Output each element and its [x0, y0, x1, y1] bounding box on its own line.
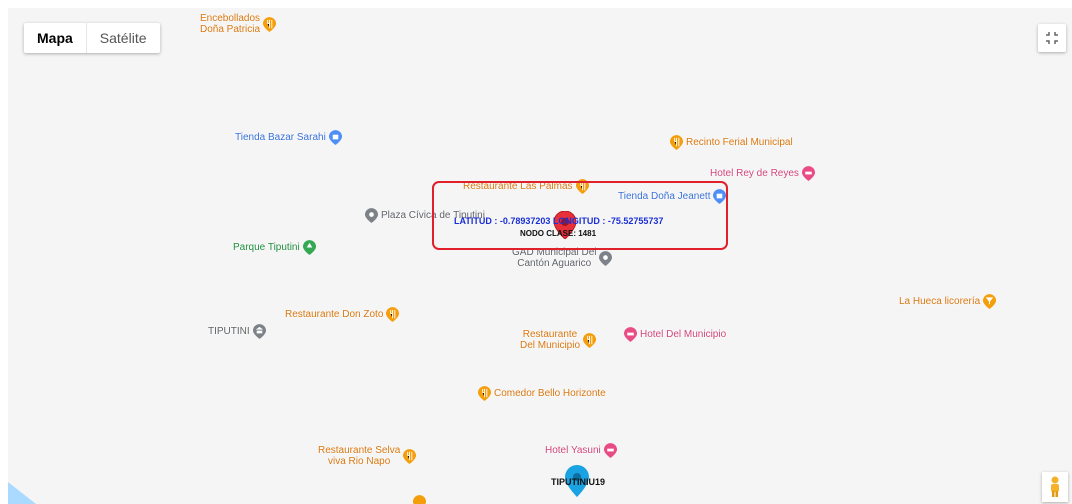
poi-label: viva Rio Napo — [328, 456, 391, 467]
poi-la-hueca[interactable]: La Hueca licorería — [899, 294, 997, 309]
hotel-icon — [603, 443, 617, 458]
poi-label: Encebollados — [200, 13, 261, 24]
poi-tienda-bazar-sarahi[interactable]: Tienda Bazar Sarahi — [235, 130, 342, 145]
restaurant-icon — [583, 332, 597, 348]
poi-parque-tiputini[interactable]: Parque Tiputini — [233, 240, 316, 255]
restaurant-icon — [263, 16, 277, 32]
poi-tiputini-town[interactable]: TIPUTINI — [208, 324, 266, 339]
poi-label: La Hueca licorería — [899, 296, 981, 307]
park-icon — [302, 240, 316, 255]
poi-comedor-bello-horizonte[interactable]: Comedor Bello Horizonte — [478, 386, 606, 401]
place-icon — [599, 250, 613, 266]
poi-restaurante-del-municipio[interactable]: Restaurante Del Municipio — [520, 329, 597, 351]
town-hall-icon — [252, 324, 266, 339]
poi-label: Restaurante — [522, 329, 578, 340]
restaurant-icon — [413, 495, 426, 504]
restaurant-icon — [478, 386, 491, 401]
marker-node-class: NODO CLASE: 1481 — [520, 229, 597, 238]
river-area — [8, 482, 36, 504]
map-type-mapa-button[interactable]: Mapa — [24, 23, 86, 53]
bar-icon — [983, 294, 997, 309]
poi-label: Tienda Bazar Sarahi — [235, 132, 326, 143]
poi-hotel-yasuni[interactable]: Hotel Yasuni — [545, 443, 617, 458]
longitude-label: LONGITUD : -75.52755737 — [552, 216, 664, 226]
pegman-icon — [1051, 476, 1059, 497]
hotel-icon — [801, 166, 815, 181]
restaurant-icon — [386, 307, 400, 322]
secondary-marker-label: TIPUTINIU19 — [551, 477, 606, 487]
place-icon — [365, 208, 378, 223]
marker-coordinates: LATITUD : -0.78937203 LONGITUD : -75.527… — [454, 216, 663, 226]
poi-recinto-ferial[interactable]: Recinto Ferial Municipal — [670, 135, 793, 150]
poi-gad-municipal[interactable]: GAD Municipal Del Cantón Aguarico — [512, 247, 613, 269]
poi-label: TIPUTINI — [208, 326, 250, 337]
fullscreen-exit-button[interactable] — [1038, 24, 1066, 52]
restaurant-icon — [403, 448, 417, 464]
poi-hotel-del-municipio[interactable]: Hotel Del Municipio — [624, 327, 726, 342]
map-type-control: Mapa Satélite — [24, 23, 160, 53]
poi-label: Restaurante Selva — [318, 445, 401, 456]
street-view-pegman-button[interactable] — [1042, 472, 1068, 502]
poi-label: Restaurante Don Zoto — [285, 309, 384, 320]
hotel-icon — [624, 327, 637, 342]
poi-label: Parque Tiputini — [233, 242, 300, 253]
poi-label: Recinto Ferial Municipal — [686, 137, 793, 148]
shopping-bag-icon — [328, 130, 342, 145]
poi-restaurante-selva[interactable]: Restaurante Selva viva Rio Napo — [318, 445, 417, 467]
poi-encebollados[interactable]: Encebollados Doña Patricia — [200, 13, 277, 35]
poi-label: Doña Patricia — [200, 24, 261, 35]
map-type-satelite-button[interactable]: Satélite — [85, 23, 160, 53]
poi-label: Del Municipio — [520, 340, 581, 351]
poi-label: Hotel Del Municipio — [640, 329, 727, 340]
fullscreen-exit-icon — [1046, 32, 1058, 44]
poi-label: Cantón Aguarico — [517, 258, 592, 269]
poi-label: Hotel Yasuni — [545, 445, 601, 456]
latitude-label: LATITUD : -0.78937203 — [454, 216, 551, 226]
poi-restaurante-don-zoto[interactable]: Restaurante Don Zoto — [285, 307, 400, 322]
poi-label: Hotel Rey de Reyes — [710, 168, 799, 179]
poi-hotel-rey-de-reyes[interactable]: Hotel Rey de Reyes — [710, 166, 815, 181]
map-canvas[interactable]: Mapa Satélite Encebollados Doña Patricia… — [8, 8, 1072, 504]
poi-label: Comedor Bello Horizonte — [494, 388, 606, 399]
restaurant-icon — [670, 135, 683, 150]
